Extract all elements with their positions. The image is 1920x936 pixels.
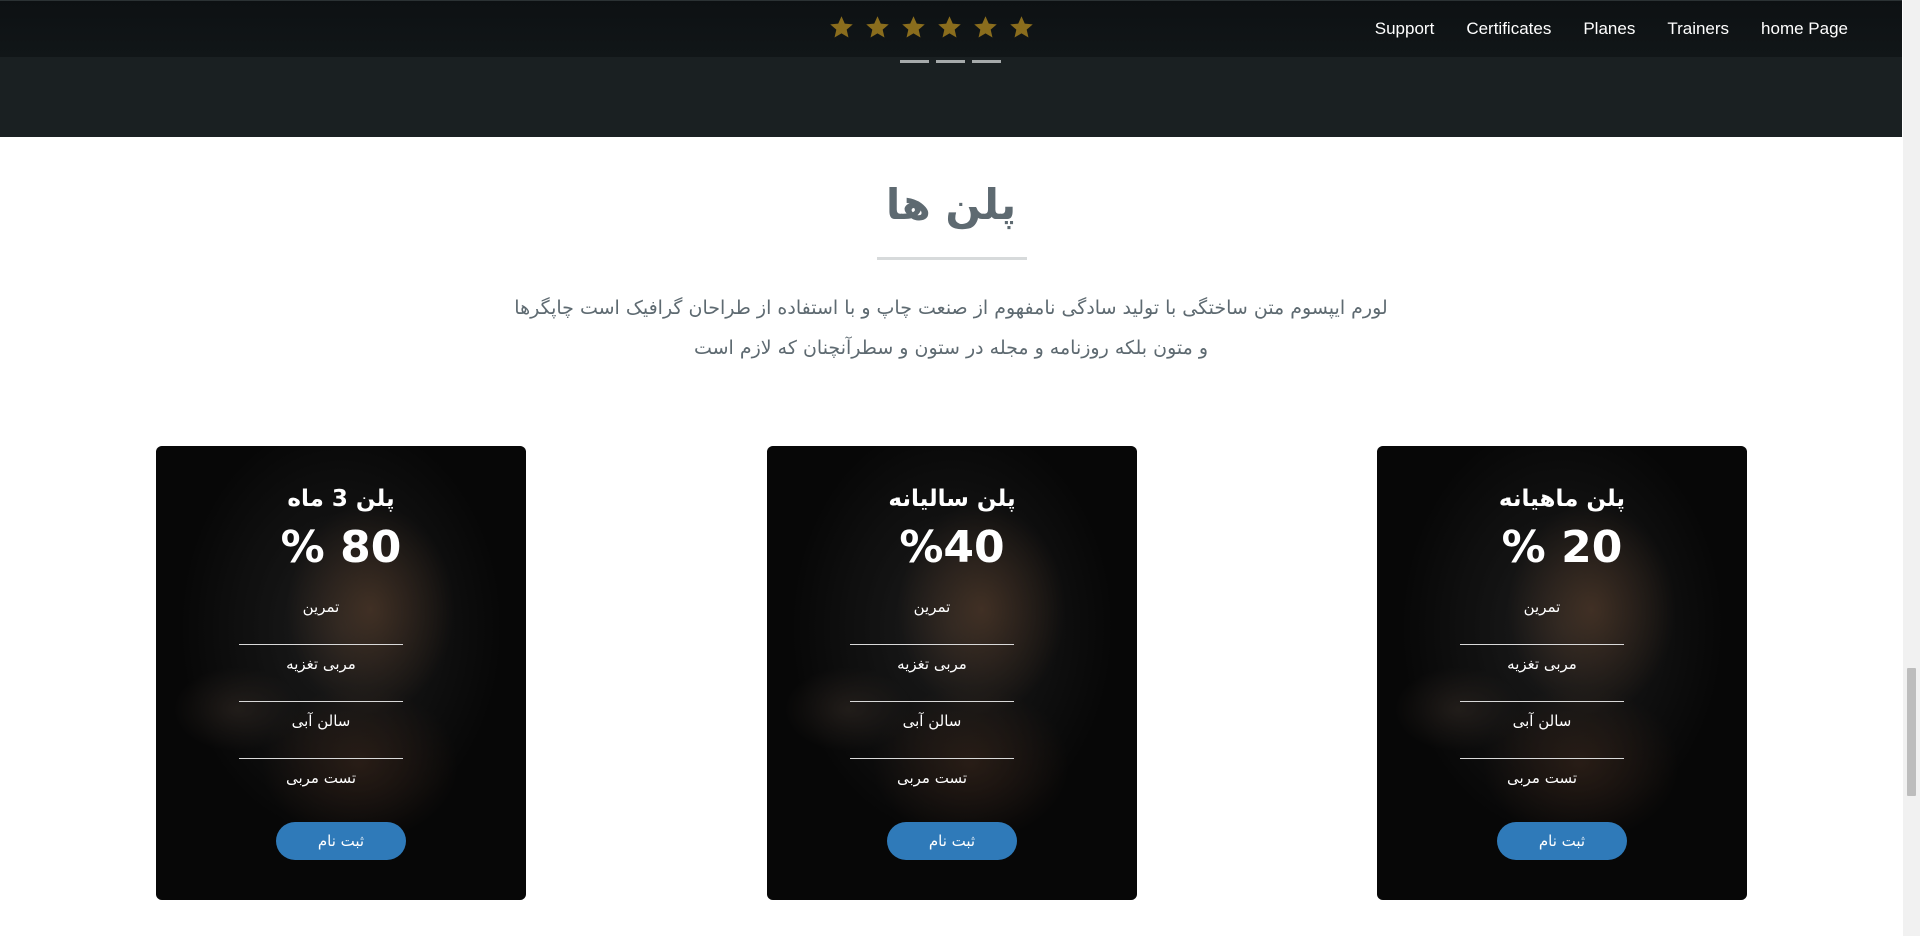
plan-name: پلن 3 ماه (287, 486, 395, 512)
nav-link-support[interactable]: Support (1375, 19, 1435, 39)
plan-feature: سالن آبی (239, 702, 403, 759)
star-icon (1010, 16, 1033, 38)
plan-feature: سالن آبی (850, 702, 1014, 759)
plan-feature: مربی تغزیه (850, 645, 1014, 702)
plan-feature: تست مربی (1506, 769, 1578, 787)
plan-feature: تمرین (239, 588, 403, 645)
plan-feature: سالن آبی (1460, 702, 1624, 759)
carousel-indicator-3[interactable] (972, 60, 1001, 63)
description-line-2: و متون بلکه روزنامه و مجله در ستون و سطر… (693, 337, 1209, 359)
main-nav: Support Certificates Planes Trainers hom… (1375, 19, 1848, 39)
plan-features: تمرین مربی تغزیه سالن آبی تست مربی (850, 588, 1014, 816)
description-line-1: لورم ایپسوم متن ساختگی با تولید سادگی نا… (514, 297, 1388, 319)
carousel-indicators (900, 60, 1001, 63)
plan-name: پلن سالیانه (888, 486, 1016, 512)
plan-feature: مربی تغزیه (239, 645, 403, 702)
plan-feature: تمرین (850, 588, 1014, 645)
star-icon (974, 16, 997, 38)
rating-stars (828, 14, 1035, 41)
plan-features: تمرین مربی تغزیه سالن آبی تست مربی (1460, 588, 1624, 816)
hero-band: Support Certificates Planes Trainers hom… (0, 0, 1902, 137)
plan-percent: %40 (899, 522, 1005, 573)
plan-card-3-month: پلن 3 ماه % 80 تمرین مربی تغزیه سالن آبی… (156, 446, 526, 900)
plan-feature: مربی تغزیه (1460, 645, 1624, 702)
plans-section-description: لورم ایپسوم متن ساختگی با تولید سادگی نا… (440, 288, 1462, 368)
plan-feature: تمرین (1460, 588, 1624, 645)
signup-button[interactable]: ثبت نام (1497, 822, 1627, 860)
star-icon (902, 16, 925, 38)
star-icon (830, 16, 853, 38)
plan-card-monthly: پلن ماهیانه % 20 تمرین مربی تغزیه سالن آ… (1377, 446, 1747, 900)
plan-name: پلن ماهیانه (1498, 486, 1626, 512)
nav-link-certificates[interactable]: Certificates (1466, 19, 1551, 39)
star-icon (938, 16, 961, 38)
title-underline (877, 257, 1027, 260)
plan-feature: تست مربی (896, 769, 968, 787)
carousel-indicator-1[interactable] (900, 60, 929, 63)
star-icon (866, 16, 889, 38)
nav-link-trainers[interactable]: Trainers (1667, 19, 1729, 39)
plan-percent: % 20 (1501, 522, 1623, 573)
plan-card-yearly: پلن سالیانه %40 تمرین مربی تغزیه سالن آب… (767, 446, 1137, 900)
plan-percent: % 80 (280, 522, 402, 573)
signup-button[interactable]: ثبت نام (276, 822, 406, 860)
navbar: Support Certificates Planes Trainers hom… (0, 0, 1902, 57)
signup-button[interactable]: ثبت نام (887, 822, 1017, 860)
carousel-indicator-2[interactable] (936, 60, 965, 63)
nav-link-home-page[interactable]: home Page (1761, 19, 1848, 39)
page-scrollbar[interactable] (1903, 0, 1920, 936)
plan-feature: تست مربی (285, 769, 357, 787)
nav-link-planes[interactable]: Planes (1583, 19, 1635, 39)
plans-section-title: پلن ها (885, 180, 1017, 229)
scrollbar-thumb[interactable] (1907, 668, 1916, 796)
plan-features: تمرین مربی تغزیه سالن آبی تست مربی (239, 588, 403, 816)
